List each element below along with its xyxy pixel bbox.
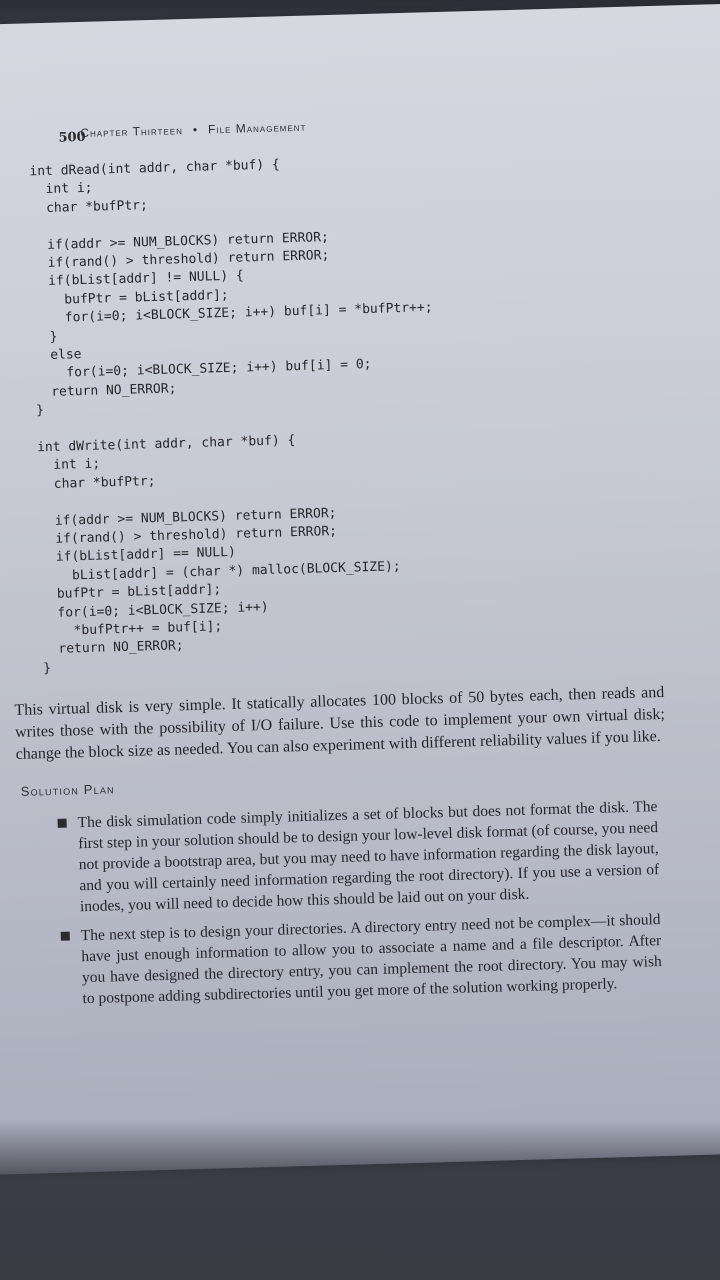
solution-plan-list: The disk simulation code simply initiali…	[57, 796, 662, 1018]
running-head-chapter: Chapter Thirteen	[80, 123, 184, 140]
running-head-bullet: •	[192, 122, 199, 137]
intro-paragraph: This virtual disk is very simple. It sta…	[14, 683, 666, 763]
book-page: 500 Chapter Thirteen • File Management int…	[0, 2, 720, 1176]
bullet-square-icon	[60, 931, 70, 941]
list-item-text: The next step is to design your director…	[80, 911, 662, 1008]
bullet-square-icon	[57, 818, 67, 828]
running-head-title: File Management	[207, 119, 307, 137]
section-heading: Solution Plan	[20, 781, 115, 799]
page-bottom-shadow	[0, 1120, 720, 1280]
list-item-text: The disk simulation code simply initiali…	[77, 798, 660, 916]
list-item: The disk simulation code simply initiali…	[57, 796, 660, 918]
page-content: 500 Chapter Thirteen • File Management int…	[14, 4, 720, 1123]
list-item: The next step is to design your director…	[60, 909, 662, 1010]
code-listing-dwrite: int dWrite(int addr, char *buf) { int i;…	[36, 433, 401, 677]
running-head: Chapter Thirteen • File Management	[80, 120, 306, 140]
code-listing-dread: int dRead(int addr, char *buf) { int i; …	[29, 157, 433, 419]
